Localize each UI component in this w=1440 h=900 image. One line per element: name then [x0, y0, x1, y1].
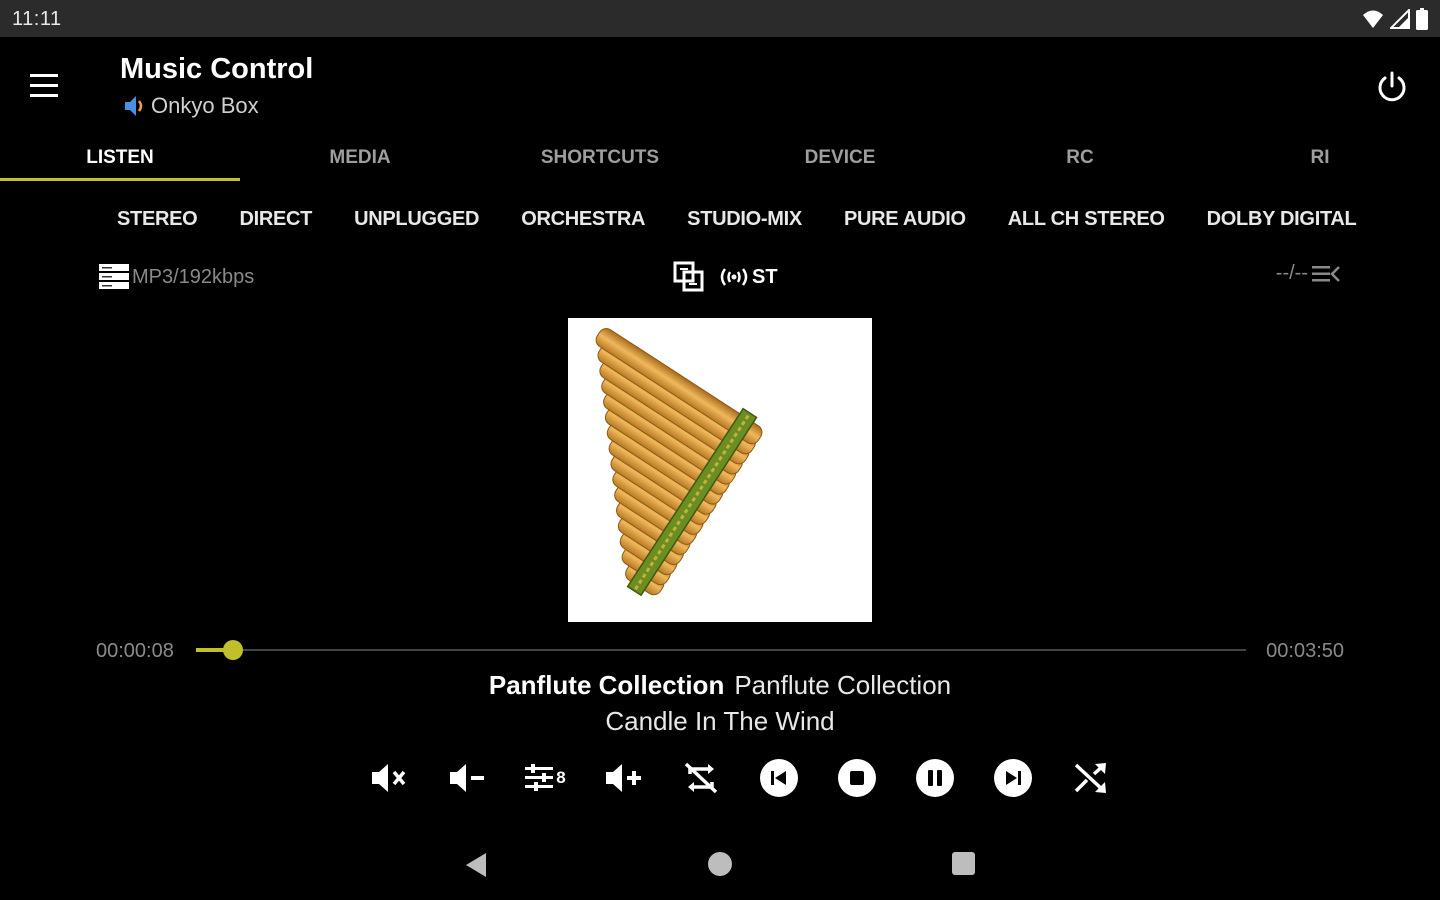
codec-label: MP3/192kbps	[132, 265, 255, 288]
mode-direct-button[interactable]: DIRECT	[218, 200, 333, 242]
network-input-icon	[673, 261, 704, 292]
track-title: Candle In The Wind	[605, 706, 835, 736]
volume-down-icon	[450, 764, 484, 792]
tab-ri[interactable]: RI	[1200, 137, 1440, 183]
info-row: MP3/192kbps ST --/--	[0, 258, 1440, 298]
tab-bar: LISTEN MEDIA SHORTCUTS DEVICE RC RI	[0, 137, 1440, 183]
repeat-button[interactable]	[662, 752, 740, 804]
menu-button[interactable]	[30, 67, 78, 103]
mode-pure-audio-button[interactable]: PURE AUDIO	[823, 200, 987, 242]
stereo-label: ST	[752, 265, 778, 288]
playback-progress: 00:00:08 00:03:50	[0, 632, 1440, 672]
skip-next-icon	[994, 759, 1032, 797]
mode-stereo-button[interactable]: STEREO	[96, 200, 218, 242]
tab-rc[interactable]: RC	[960, 137, 1200, 183]
power-button[interactable]	[1374, 69, 1410, 105]
menu-icon-line	[30, 73, 58, 77]
seek-bar-thumb[interactable]	[222, 640, 243, 660]
mute-button[interactable]	[350, 752, 428, 804]
tab-listen[interactable]: LISTEN	[0, 137, 240, 183]
mode-unplugged-button[interactable]: UNPLUGGED	[333, 200, 500, 242]
skip-previous-icon	[760, 759, 798, 797]
track-meta-line: Panflute Collection Panflute Collection	[0, 670, 1440, 701]
equalizer-button[interactable]: 8	[506, 752, 584, 804]
status-time: 11:11	[12, 8, 62, 30]
tab-media[interactable]: MEDIA	[240, 137, 480, 183]
equalizer-icon	[525, 764, 554, 791]
queue-icon	[1312, 265, 1340, 282]
back-icon[interactable]	[464, 852, 488, 878]
mode-all-ch-stereo-button[interactable]: ALL CH STEREO	[987, 200, 1186, 242]
artist-name: Panflute Collection	[734, 670, 952, 700]
pause-icon	[916, 759, 954, 797]
battery-icon	[1416, 8, 1428, 30]
track-position-label: --/--	[1275, 262, 1308, 284]
listening-mode-bar: STEREO DIRECT UNPLUGGED ORCHESTRA STUDIO…	[96, 200, 1377, 242]
home-icon[interactable]	[708, 852, 732, 876]
tab-shortcuts[interactable]: SHORTCUTS	[480, 137, 720, 183]
total-time: 00:03:50	[1266, 640, 1344, 662]
previous-button[interactable]	[740, 752, 818, 804]
tuner-info: ST	[672, 260, 778, 294]
wifi-icon	[1363, 10, 1383, 28]
mode-dolby-digital-button[interactable]: DOLBY DIGITAL	[1186, 200, 1378, 242]
device-selector[interactable]: Onkyo Box	[122, 93, 259, 119]
shuffle-icon	[1074, 763, 1106, 793]
codec-info: MP3/192kbps	[98, 262, 254, 292]
playback-controls: 8	[350, 752, 1130, 804]
volume-down-button[interactable]	[428, 752, 506, 804]
signal-icon	[1390, 9, 1410, 29]
mode-orchestra-button[interactable]: ORCHESTRA	[500, 200, 666, 242]
device-name: Onkyo Box	[151, 93, 259, 118]
equalizer-value: 8	[556, 768, 566, 787]
track-position-info[interactable]: --/--	[1276, 262, 1340, 285]
album-cover	[568, 318, 872, 622]
stereo-indicator: ST	[718, 266, 778, 289]
pause-button[interactable]	[896, 752, 974, 804]
album-name: Panflute Collection	[488, 670, 725, 700]
app-bar: Music Control Onkyo Box	[0, 37, 1440, 137]
recent-apps-icon[interactable]	[952, 852, 975, 875]
stop-button[interactable]	[818, 752, 896, 804]
repeat-off-icon	[684, 762, 718, 794]
volume-up-button[interactable]	[584, 752, 662, 804]
stop-icon	[838, 759, 876, 797]
app-title: Music Control	[120, 53, 314, 85]
elapsed-time: 00:00:08	[96, 640, 174, 662]
broadcast-icon	[720, 268, 748, 286]
next-button[interactable]	[974, 752, 1052, 804]
seek-bar[interactable]	[196, 640, 1246, 660]
mode-studio-mix-button[interactable]: STUDIO-MIX	[666, 200, 823, 242]
file-format-icon	[99, 264, 129, 289]
menu-icon-line	[30, 83, 58, 87]
speaker-icon	[125, 96, 143, 116]
status-bar: 11:11	[0, 0, 1440, 37]
tab-device[interactable]: DEVICE	[720, 137, 960, 183]
system-nav-bar	[0, 830, 1440, 900]
menu-icon-line	[30, 93, 58, 97]
volume-up-icon	[606, 764, 641, 792]
panflute-artwork	[595, 328, 763, 597]
status-icons	[1362, 8, 1428, 30]
shuffle-button[interactable]	[1052, 752, 1130, 804]
volume-mute-icon	[372, 764, 406, 792]
